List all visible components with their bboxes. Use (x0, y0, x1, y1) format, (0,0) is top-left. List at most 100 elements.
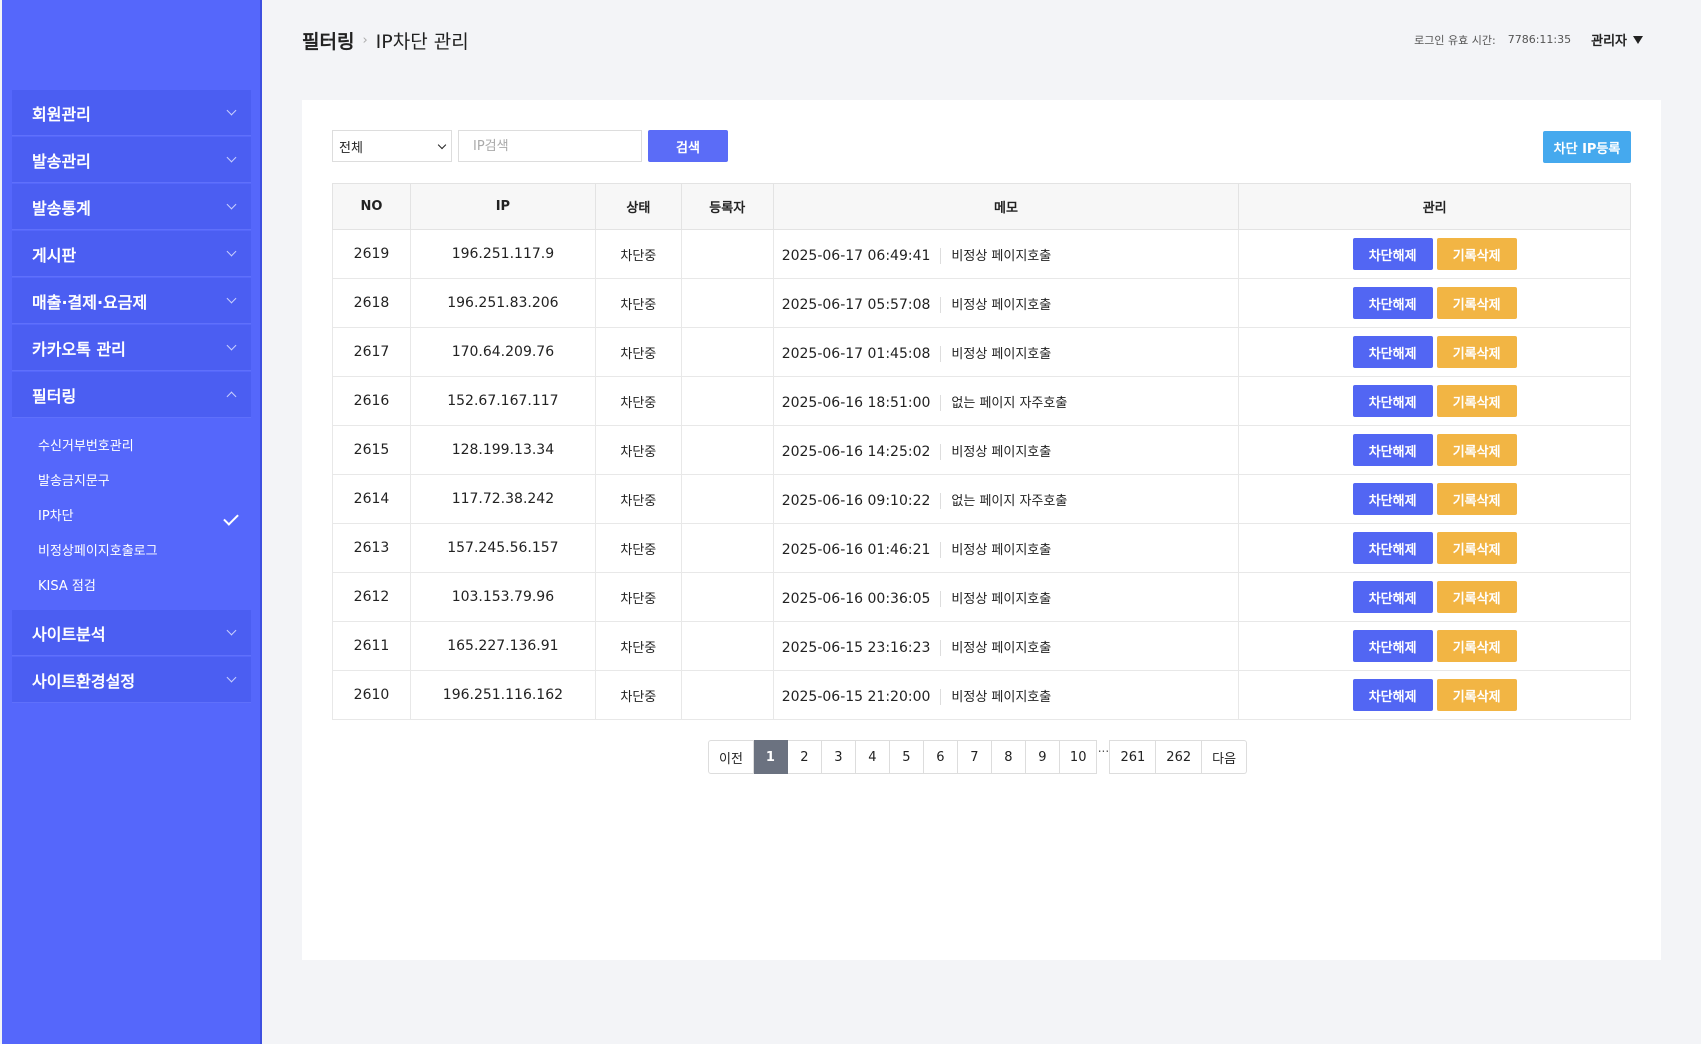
login-time-label: 로그인 유효 시간: (1414, 33, 1496, 47)
memo-time: 2025-06-17 06:49:41 (781, 247, 942, 264)
submenu-item[interactable]: 수신거부번호관리 (12, 427, 251, 462)
delete-record-button[interactable]: 기록삭제 (1436, 287, 1517, 319)
delete-record-button[interactable]: 기록삭제 (1436, 483, 1517, 515)
chevron-up-icon (226, 391, 237, 402)
cell-ip: 196.251.116.162 (409, 670, 596, 720)
page-button[interactable]: 5 (889, 740, 924, 774)
sidebar-item[interactable]: 카카오톡 관리 (12, 325, 251, 371)
memo-time: 2025-06-16 18:51:00 (781, 394, 942, 411)
sidebar-item-label: 발송통계 (32, 198, 91, 218)
sidebar-item-label: 회원관리 (32, 104, 91, 124)
page-button[interactable]: 10 (1059, 740, 1098, 774)
cell-manage: 차단해제 기록삭제 (1238, 474, 1631, 524)
sidebar-item[interactable]: 게시판 (12, 231, 251, 277)
chevron-down-icon (226, 246, 237, 257)
next-page-button[interactable]: 다음 (1202, 740, 1248, 774)
sidebar-item[interactable]: 사이트분석 (12, 610, 251, 656)
delete-record-button[interactable]: 기록삭제 (1436, 581, 1517, 613)
memo-time: 2025-06-16 14:25:02 (781, 443, 942, 460)
breadcrumb: 필터링 › IP차단 관리 (302, 27, 469, 54)
cell-status: 차단중 (594, 278, 682, 328)
page-button[interactable]: 6 (923, 740, 958, 774)
cell-ip: 128.199.13.34 (409, 425, 596, 475)
cell-registrant (680, 621, 774, 671)
unblock-button[interactable]: 차단해제 (1352, 581, 1433, 613)
filter-select[interactable]: 전체 (332, 130, 452, 162)
submenu-item-label: 수신거부번호관리 (38, 439, 134, 454)
unblock-button[interactable]: 차단해제 (1352, 336, 1433, 368)
login-time-value: 7786:11:35 (1507, 33, 1572, 46)
page-button[interactable]: 2 (787, 740, 822, 774)
unblock-button[interactable]: 차단해제 (1352, 385, 1433, 417)
cell-manage: 차단해제 기록삭제 (1238, 278, 1631, 328)
delete-record-button[interactable]: 기록삭제 (1436, 336, 1517, 368)
delete-record-button[interactable]: 기록삭제 (1436, 385, 1517, 417)
sidebar-item-filtering[interactable]: 필터링 (12, 372, 251, 418)
prev-page-button[interactable]: 이전 (708, 740, 754, 774)
delete-record-button[interactable]: 기록삭제 (1436, 532, 1517, 564)
cell-registrant (680, 278, 774, 328)
page-button[interactable]: 9 (1025, 740, 1060, 774)
memo-time: 2025-06-15 23:16:23 (781, 639, 942, 656)
sidebar-item-label: 게시판 (32, 245, 77, 265)
page-button[interactable]: 8 (991, 740, 1026, 774)
memo-text: 비정상 페이지호출 (951, 640, 1052, 656)
submenu-item[interactable]: 비정상페이지호출로그 (12, 532, 251, 567)
cell-manage: 차단해제 기록삭제 (1238, 229, 1631, 279)
cell-registrant (680, 376, 774, 426)
submenu-item-label: IP차단 (38, 509, 74, 524)
unblock-button[interactable]: 차단해제 (1352, 287, 1433, 319)
cell-no: 2610 (332, 670, 411, 720)
page-button[interactable]: 1 (753, 740, 788, 774)
filter-select-value: 전체 (339, 140, 363, 156)
cell-memo: 2025-06-16 14:25:02 비정상 페이지호출 (772, 425, 1240, 475)
cell-status: 차단중 (594, 327, 682, 377)
register-block-ip-button[interactable]: 차단 IP등록 (1543, 131, 1631, 163)
submenu-item[interactable]: 발송금지문구 (12, 462, 251, 497)
page-button[interactable]: 4 (855, 740, 890, 774)
breadcrumb-root[interactable]: 필터링 (302, 27, 354, 54)
search-button[interactable]: 검색 (648, 130, 728, 162)
cell-status: 차단중 (594, 425, 682, 475)
cell-manage: 차단해제 기록삭제 (1238, 327, 1631, 377)
unblock-button[interactable]: 차단해제 (1352, 679, 1433, 711)
submenu-item[interactable]: KISA 점검 (12, 567, 251, 602)
page-button[interactable]: 7 (957, 740, 992, 774)
delete-record-button[interactable]: 기록삭제 (1436, 238, 1517, 270)
cell-ip: 196.251.83.206 (409, 278, 596, 328)
cell-ip: 117.72.38.242 (409, 474, 596, 524)
page-button[interactable]: 3 (821, 740, 856, 774)
sidebar-item[interactable]: 매출·결제·요금제 (12, 278, 251, 324)
sidebar-item[interactable]: 회원관리 (12, 90, 251, 136)
search-row: 전체 검색 (332, 130, 728, 162)
sidebar-item[interactable]: 사이트환경설정 (12, 657, 251, 703)
unblock-button[interactable]: 차단해제 (1352, 532, 1433, 564)
cell-manage: 차단해제 기록삭제 (1238, 376, 1631, 426)
header-no: NO (332, 183, 411, 230)
page-button[interactable]: 261 (1109, 740, 1157, 774)
header-status: 상태 (594, 183, 682, 230)
unblock-button[interactable]: 차단해제 (1352, 238, 1433, 270)
sidebar-item[interactable]: 발송통계 (12, 184, 251, 230)
ip-search-input[interactable] (458, 130, 642, 162)
table-row: 2612 103.153.79.96 차단중 2025-06-16 00:36:05 비… (332, 572, 1631, 622)
table-row: 2613 157.245.56.157 차단중 2025-06-16 01:46:21… (332, 523, 1631, 573)
cell-no: 2618 (332, 278, 411, 328)
admin-menu[interactable]: 관리자 (1591, 30, 1643, 49)
delete-record-button[interactable]: 기록삭제 (1436, 434, 1517, 466)
delete-record-button[interactable]: 기록삭제 (1436, 679, 1517, 711)
cell-manage: 차단해제 기록삭제 (1238, 572, 1631, 622)
sidebar-item-label: 사이트분석 (32, 624, 106, 644)
unblock-button[interactable]: 차단해제 (1352, 630, 1433, 662)
table-row: 2611 165.227.136.91 차단중 2025-06-15 23:16:23… (332, 621, 1631, 671)
submenu-item[interactable]: IP차단 (12, 497, 251, 532)
admin-label: 관리자 (1591, 34, 1627, 49)
sidebar-item[interactable]: 발송관리 (12, 137, 251, 183)
unblock-button[interactable]: 차단해제 (1352, 434, 1433, 466)
page-button[interactable]: 262 (1156, 740, 1203, 774)
unblock-button[interactable]: 차단해제 (1352, 483, 1433, 515)
memo-text: 비정상 페이지호출 (951, 297, 1052, 313)
sidebar-item-label: 매출·결제·요금제 (32, 292, 148, 312)
cell-registrant (680, 572, 774, 622)
delete-record-button[interactable]: 기록삭제 (1436, 630, 1517, 662)
